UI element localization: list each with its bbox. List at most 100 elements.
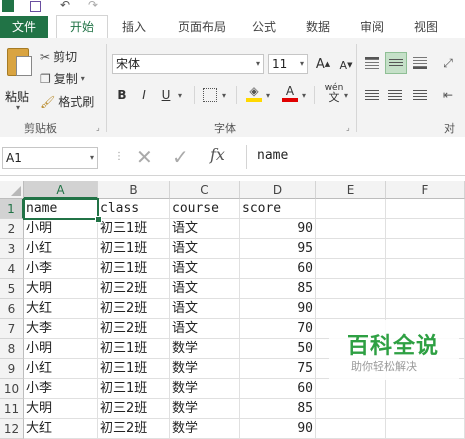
cell-empty[interactable]	[316, 419, 386, 439]
insert-function-icon[interactable]: fx	[210, 145, 225, 164]
cell-class[interactable]: 初三1班	[98, 259, 170, 279]
orientation-icon[interactable]: ⤢	[438, 54, 458, 72]
cell-score[interactable]: 90	[240, 219, 316, 239]
cell-class[interactable]: 初三2班	[98, 299, 170, 319]
cell-class[interactable]: 初三2班	[98, 399, 170, 419]
align-left-icon[interactable]	[362, 86, 382, 104]
borders-dropdown-icon[interactable]: ▾	[222, 91, 226, 100]
cell-score[interactable]: 90	[240, 419, 316, 439]
cell-course[interactable]: course	[170, 199, 240, 219]
font-color-icon[interactable]: A	[280, 84, 300, 102]
column-header-a[interactable]: A	[24, 181, 98, 199]
cell-score[interactable]: 60	[240, 259, 316, 279]
cell-name[interactable]: 小明	[24, 339, 98, 359]
row-header[interactable]: 6	[0, 299, 24, 319]
row-header[interactable]: 10	[0, 379, 24, 399]
row-header[interactable]: 8	[0, 339, 24, 359]
cell-course[interactable]: 语文	[170, 319, 240, 339]
cell-empty[interactable]	[316, 219, 386, 239]
column-header-e[interactable]: E	[316, 181, 386, 199]
row-header[interactable]: 4	[0, 259, 24, 279]
cell-empty[interactable]	[316, 199, 386, 219]
underline-icon[interactable]: U	[156, 86, 176, 104]
column-header-d[interactable]: D	[240, 181, 316, 199]
fill-color-icon[interactable]: ◈	[244, 84, 264, 102]
cell-course[interactable]: 语文	[170, 259, 240, 279]
cell-score[interactable]: 95	[240, 239, 316, 259]
copy-button[interactable]: ❐ 复制 ▾	[40, 70, 85, 87]
row-header[interactable]: 7	[0, 319, 24, 339]
enter-icon[interactable]: ✓	[172, 145, 189, 169]
column-header-c[interactable]: C	[170, 181, 240, 199]
tab-home[interactable]: 开始	[56, 15, 108, 39]
fill-color-dropdown-icon[interactable]: ▾	[266, 91, 270, 100]
font-name-select[interactable]: 宋体 ▾	[112, 54, 264, 74]
increase-font-size-icon[interactable]: A ▲	[313, 55, 333, 73]
cell-course[interactable]: 数学	[170, 359, 240, 379]
cell-empty[interactable]	[316, 379, 386, 399]
formula-input[interactable]: name	[246, 145, 465, 169]
bold-icon[interactable]: B	[112, 86, 132, 104]
cell-name[interactable]: 大明	[24, 279, 98, 299]
redo-icon[interactable]: ↷	[88, 0, 98, 12]
tab-insert[interactable]: 插入	[112, 16, 156, 38]
cell-name[interactable]: 小李	[24, 379, 98, 399]
cell-class[interactable]: 初三1班	[98, 359, 170, 379]
cell-empty[interactable]	[316, 299, 386, 319]
align-center-icon[interactable]	[385, 86, 405, 104]
align-right-icon[interactable]	[410, 86, 430, 104]
font-launcher-icon[interactable]: ⌟	[346, 123, 350, 132]
italic-icon[interactable]: I	[134, 86, 154, 104]
cell-empty[interactable]	[386, 419, 465, 439]
cell-course[interactable]: 语文	[170, 279, 240, 299]
borders-icon[interactable]	[200, 86, 220, 104]
cell-empty[interactable]	[386, 279, 465, 299]
undo-icon[interactable]: ↶	[60, 0, 70, 12]
cell-empty[interactable]	[316, 239, 386, 259]
column-header-b[interactable]: B	[98, 181, 170, 199]
underline-dropdown-icon[interactable]: ▾	[178, 91, 182, 100]
cell-score[interactable]: 60	[240, 379, 316, 399]
cell-name[interactable]: 大明	[24, 399, 98, 419]
align-top-icon[interactable]	[362, 54, 382, 72]
cell-name[interactable]: name	[24, 199, 98, 219]
tab-formulas[interactable]: 公式	[242, 16, 286, 38]
cell-class[interactable]: 初三2班	[98, 279, 170, 299]
align-bottom-icon[interactable]	[410, 54, 430, 72]
cell-score[interactable]: 90	[240, 299, 316, 319]
format-painter-button[interactable]: 🖌 格式刷	[40, 93, 94, 110]
cell-empty[interactable]	[316, 399, 386, 419]
cut-button[interactable]: ✂ 剪切	[40, 48, 77, 65]
cell-empty[interactable]	[316, 279, 386, 299]
cell-class[interactable]: class	[98, 199, 170, 219]
row-header[interactable]: 1	[0, 199, 24, 219]
align-middle-icon[interactable]	[385, 52, 407, 74]
phonetic-dropdown-icon[interactable]: ▾	[344, 91, 348, 100]
tab-page-layout[interactable]: 页面布局	[166, 16, 238, 38]
cell-course[interactable]: 语文	[170, 239, 240, 259]
column-header-f[interactable]: F	[386, 181, 465, 199]
cell-class[interactable]: 初三1班	[98, 379, 170, 399]
cell-course[interactable]: 数学	[170, 399, 240, 419]
font-color-dropdown-icon[interactable]: ▾	[302, 91, 306, 100]
cell-empty[interactable]	[386, 399, 465, 419]
fill-handle[interactable]	[95, 216, 102, 223]
cell-empty[interactable]	[386, 259, 465, 279]
tab-review[interactable]: 审阅	[350, 16, 394, 38]
cell-empty[interactable]	[386, 199, 465, 219]
cell-name[interactable]: 大红	[24, 419, 98, 439]
cell-score[interactable]: 70	[240, 319, 316, 339]
cell-empty[interactable]	[316, 259, 386, 279]
select-all-corner[interactable]	[0, 181, 24, 199]
tab-view[interactable]: 视图	[404, 16, 448, 38]
cell-score[interactable]: score	[240, 199, 316, 219]
save-icon[interactable]	[30, 1, 41, 12]
cell-name[interactable]: 小李	[24, 259, 98, 279]
tab-data[interactable]: 数据	[296, 16, 340, 38]
cell-course[interactable]: 语文	[170, 219, 240, 239]
cell-empty[interactable]	[386, 299, 465, 319]
cell-empty[interactable]	[386, 239, 465, 259]
row-header[interactable]: 3	[0, 239, 24, 259]
cell-name[interactable]: 小明	[24, 219, 98, 239]
cell-empty[interactable]	[386, 379, 465, 399]
